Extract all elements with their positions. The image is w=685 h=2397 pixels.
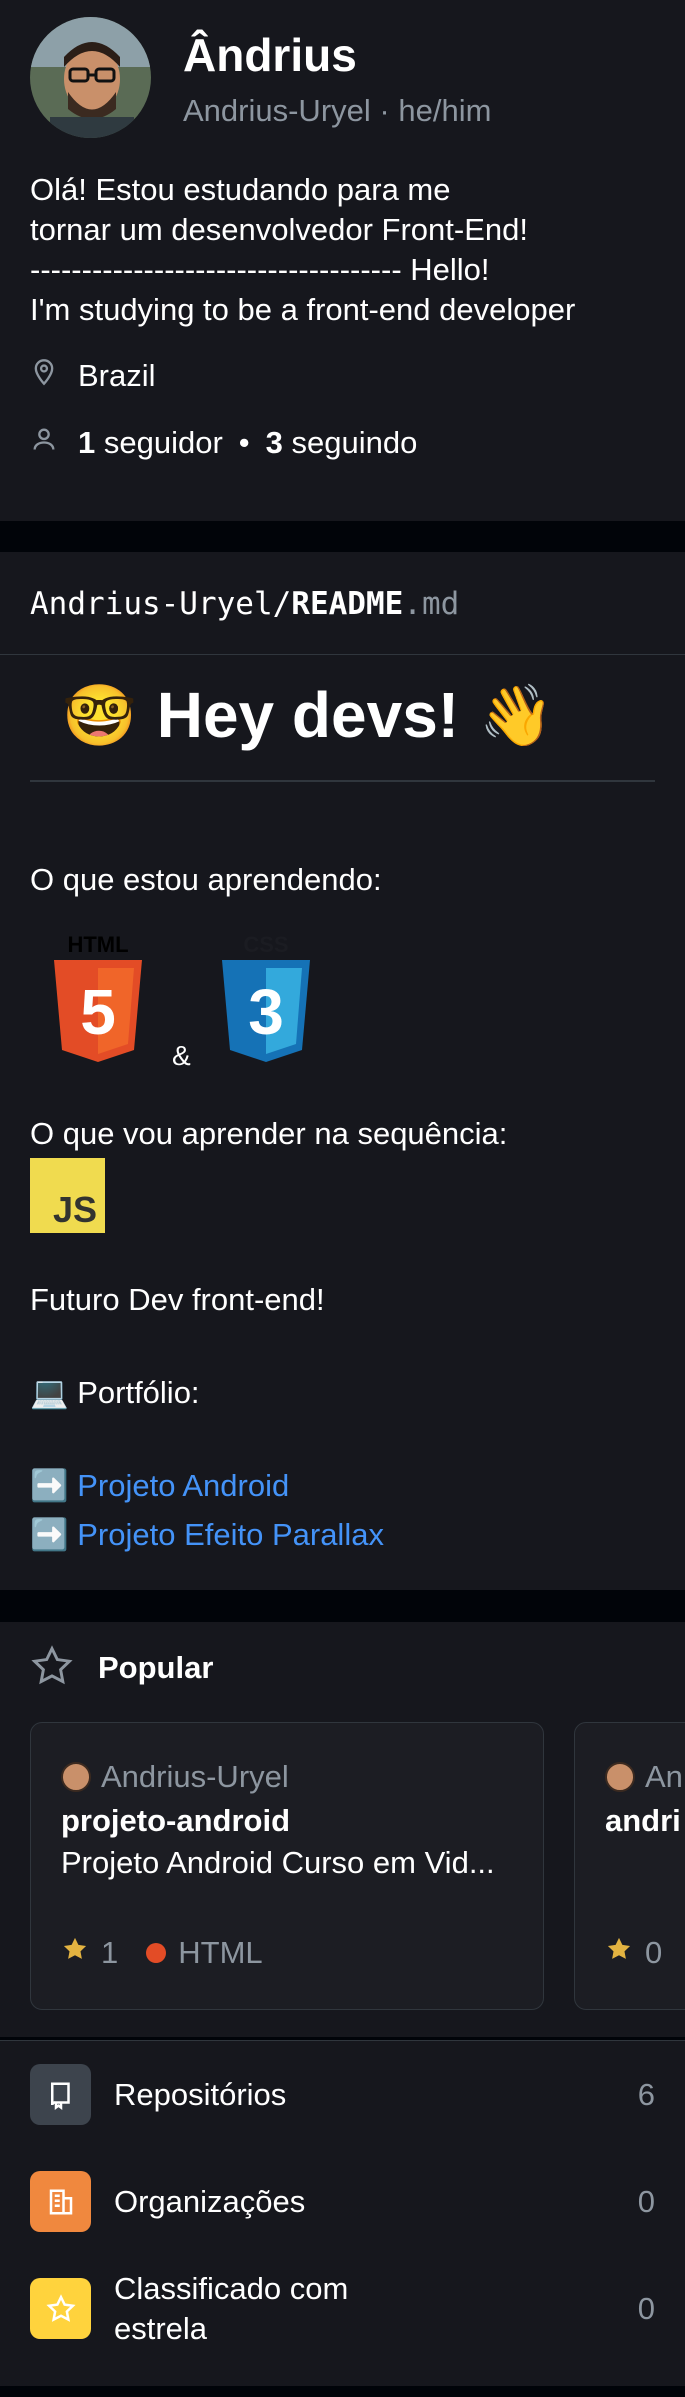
portfolio-link-row: ➡️ Projeto Android <box>30 1467 289 1504</box>
css-badge-text: CSS <box>243 932 288 957</box>
divider <box>0 654 685 655</box>
followers-label: seguidor <box>103 425 223 460</box>
readme-heading-text: Hey devs! <box>156 679 460 751</box>
list-item-count: 6 <box>637 2076 655 2112</box>
followers-link[interactable]: 1 seguidor <box>78 425 223 461</box>
readme-path-ext: .md <box>403 586 460 622</box>
learning-label: O que estou aprendendo: <box>30 862 382 897</box>
profile-follow-stats: 1 seguidor • 3 seguindo <box>30 425 417 461</box>
list-item-label: Repositórios <box>114 2076 287 2112</box>
owner-avatar <box>605 1762 635 1792</box>
location-icon <box>30 358 58 394</box>
list-item-repositories[interactable]: Repositórios 6 <box>0 2064 685 2125</box>
language-color-dot <box>146 1943 167 1963</box>
profile-pronouns: he/him <box>398 93 492 128</box>
repo-owner-name: Andrius-Uryel <box>101 1759 289 1794</box>
profile-display-name: Ândrius <box>183 29 357 81</box>
following-label: seguindo <box>291 425 418 460</box>
readme-path-file: README <box>291 586 404 622</box>
html-badge-text: HTML <box>67 932 128 957</box>
separator: · <box>379 93 390 128</box>
profile-header: Ândrius Andrius-Uryel · he/him Olá! Esto… <box>0 0 685 521</box>
javascript-logo: JS <box>30 1158 105 1233</box>
ampersand-text: & <box>172 1040 191 1071</box>
list-item-count: 0 <box>637 2183 655 2219</box>
profile-location: Brazil <box>30 358 156 394</box>
followers-count: 1 <box>78 425 96 460</box>
portfolio-label: 💻 Portfólio: <box>30 1375 200 1410</box>
css3-logo: CSS 3 <box>218 932 314 1067</box>
next-label: O que vou aprender na sequência: <box>30 1116 508 1151</box>
nerd-face-emoji: 🤓 <box>62 681 137 749</box>
arrow-right-icon: ➡️ <box>30 1468 69 1503</box>
divider <box>0 2040 685 2041</box>
link-projeto-android[interactable]: Projeto Android <box>77 1468 289 1503</box>
profile-lists: Repositórios 6 Organizações 0 Classifica… <box>0 2040 685 2386</box>
list-item-label: Organizações <box>114 2183 306 2219</box>
repo-owner-name: An <box>645 1759 683 1794</box>
repo-description: Projeto Android Curso em Vid... <box>61 1845 495 1880</box>
following-count: 3 <box>265 425 283 460</box>
readme-heading: 🤓 Hey devs! 👋 <box>62 678 554 752</box>
css-number: 3 <box>248 976 284 1048</box>
list-item-organizations[interactable]: Organizações 0 <box>0 2171 685 2232</box>
location-text: Brazil <box>78 358 156 393</box>
repo-language: HTML <box>178 1935 263 1970</box>
star-filled-icon <box>605 1935 633 1971</box>
portfolio-link-row: ➡️ Projeto Efeito Parallax <box>30 1516 384 1553</box>
star-icon <box>30 2278 91 2339</box>
list-item-starred[interactable]: Classificado com estrela 0 <box>0 2271 685 2346</box>
star-filled-icon <box>61 1935 89 1971</box>
html5-logo: HTML 5 <box>50 932 146 1067</box>
popular-title: Popular <box>98 1650 214 1685</box>
profile-bio: Olá! Estou estudando para me tornar um d… <box>30 172 576 327</box>
avatar[interactable] <box>30 17 151 138</box>
list-item-label: Classificado com estrela <box>114 2270 349 2346</box>
separator: • <box>238 425 250 460</box>
repo-owner: An <box>605 1759 683 1795</box>
repo-star-count: 0 <box>645 1935 663 1970</box>
heading-rule <box>30 780 655 782</box>
readme-path[interactable]: Andrius-Uryel/README.md <box>30 586 459 622</box>
readme-path-owner: Andrius-Uryel/ <box>30 586 292 622</box>
future-dev-text: Futuro Dev front-end! <box>30 1282 325 1317</box>
list-item-count: 0 <box>637 2290 655 2326</box>
waving-hand-emoji: 👋 <box>479 681 554 749</box>
profile-username-line: Andrius-Uryel · he/him <box>183 93 491 129</box>
person-icon <box>30 425 58 461</box>
link-projeto-parallax[interactable]: Projeto Efeito Parallax <box>77 1517 384 1552</box>
html-number: 5 <box>80 976 116 1048</box>
repo-stats: 1 HTML <box>61 1935 263 1971</box>
owner-avatar <box>61 1762 91 1792</box>
repo-name: andri <box>605 1803 681 1838</box>
repo-star-count: 1 <box>101 1935 119 1970</box>
following-link[interactable]: 3 seguindo <box>266 425 418 461</box>
repo-card[interactable]: An andri 0 <box>574 1722 685 2010</box>
repo-name: projeto-android <box>61 1803 291 1838</box>
repo-icon <box>30 2064 91 2125</box>
profile-username: Andrius-Uryel <box>183 93 371 128</box>
js-badge-text: JS <box>52 1189 97 1230</box>
arrow-right-icon: ➡️ <box>30 1517 69 1552</box>
repo-stats: 0 <box>605 1935 662 1971</box>
organization-icon <box>30 2171 91 2232</box>
repo-owner: Andrius-Uryel <box>61 1759 289 1795</box>
star-outline-icon <box>30 1644 74 1688</box>
repo-card[interactable]: Andrius-Uryel projeto-android Projeto An… <box>30 1722 544 2010</box>
